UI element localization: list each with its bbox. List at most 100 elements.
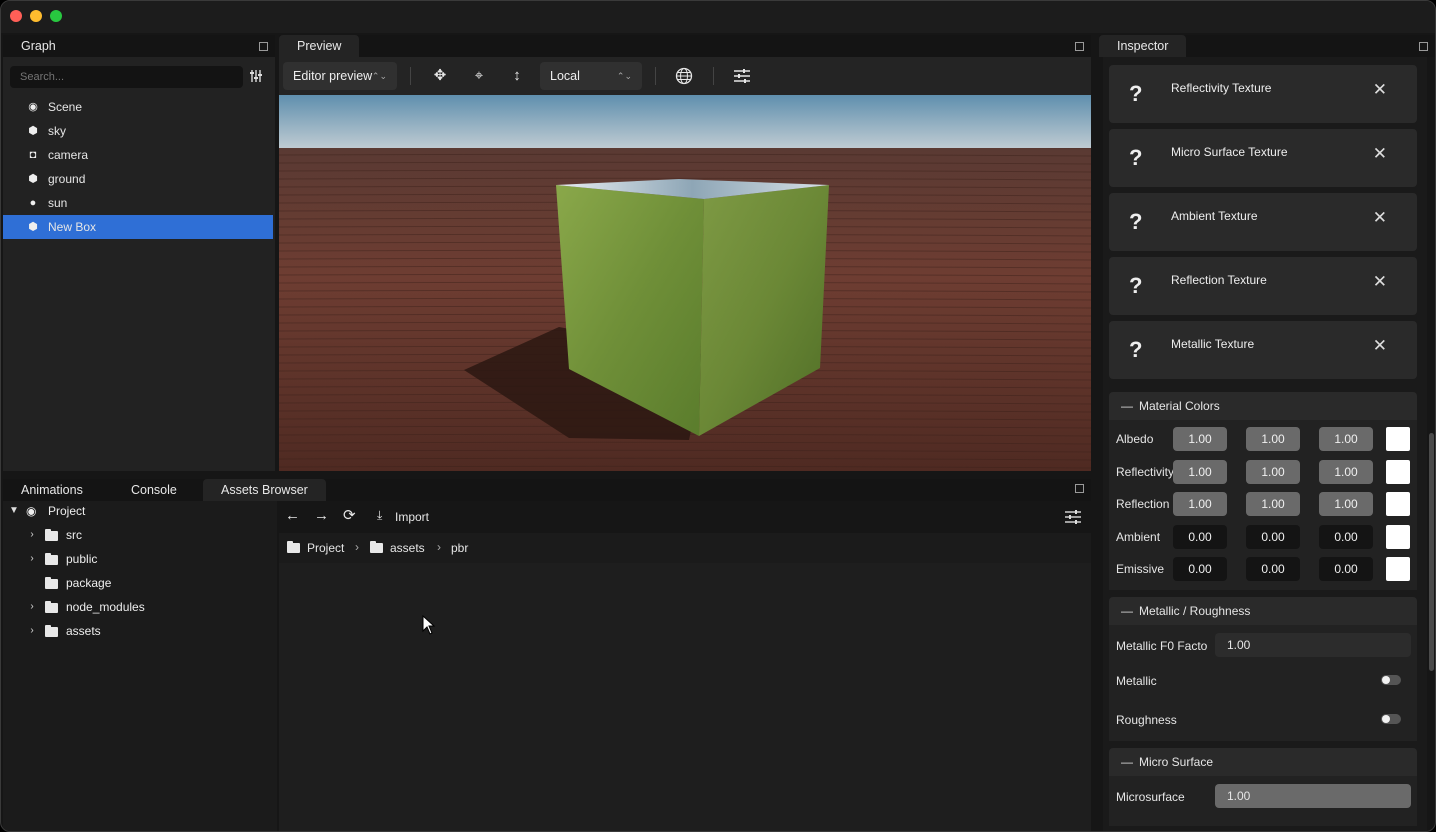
camera-select-value: Editor preview bbox=[293, 69, 373, 83]
missing-texture-icon: ? bbox=[1129, 81, 1143, 106]
micro-surface-header[interactable]: — Micro Surface bbox=[1109, 748, 1417, 776]
color-channel-input[interactable]: 1.00 bbox=[1246, 492, 1300, 516]
tree-item-src[interactable]: › src bbox=[3, 523, 277, 547]
graph-item-sky[interactable]: ⬢ sky bbox=[3, 119, 273, 143]
breadcrumb-current[interactable]: pbr bbox=[451, 541, 468, 555]
color-channel-input[interactable]: 1.00 bbox=[1173, 459, 1227, 484]
color-channel-input[interactable]: 0.00 bbox=[1319, 557, 1373, 581]
tree-item-project[interactable]: ▼ ◉ Project bbox=[3, 499, 277, 523]
texture-name: Reflectivity Texture bbox=[1171, 81, 1272, 95]
graph-item-label: camera bbox=[48, 148, 89, 162]
metallic-f0-input[interactable]: 1.00 bbox=[1215, 633, 1411, 657]
breadcrumb-label: assets bbox=[390, 541, 425, 555]
color-channel-input[interactable]: 1.00 bbox=[1319, 459, 1373, 484]
minimize-window-button[interactable] bbox=[30, 10, 42, 22]
graph-item-label: Scene bbox=[48, 100, 83, 114]
close-icon[interactable]: ✕ bbox=[1373, 336, 1387, 356]
graph-item-sun[interactable]: ● sun bbox=[3, 191, 273, 215]
globe-icon[interactable] bbox=[673, 65, 695, 87]
microsurface-slider[interactable]: 1.00 bbox=[1215, 784, 1411, 808]
assets-toolbar: ← → ⟳ ⤓ Import bbox=[279, 501, 1091, 533]
tree-item-label: src bbox=[66, 528, 82, 542]
metallic-roughness-header[interactable]: — Metallic / Roughness bbox=[1109, 597, 1417, 625]
texture-name: Metallic Texture bbox=[1171, 337, 1255, 351]
tree-item-label: assets bbox=[66, 624, 101, 638]
color-channel-input[interactable]: 0.00 bbox=[1246, 557, 1300, 581]
texture-slot[interactable]: ? Reflection Texture ✕ bbox=[1109, 257, 1417, 315]
maximize-window-button[interactable] bbox=[50, 10, 62, 22]
collapse-icon: — bbox=[1121, 399, 1133, 413]
tree-item-assets[interactable]: › assets bbox=[3, 619, 277, 643]
camera-select[interactable]: Editor preview ⌃⌄ bbox=[283, 62, 397, 90]
color-channel-input[interactable]: 0.00 bbox=[1173, 524, 1227, 549]
close-icon[interactable]: ✕ bbox=[1373, 272, 1387, 292]
toolbar-divider bbox=[655, 67, 656, 85]
close-icon[interactable]: ✕ bbox=[1373, 208, 1387, 228]
folder-icon bbox=[45, 625, 58, 637]
space-select[interactable]: Local ⌃⌄ bbox=[540, 62, 642, 90]
tab-preview[interactable]: Preview bbox=[279, 35, 360, 57]
refresh-icon[interactable]: ⟳ bbox=[343, 506, 356, 524]
settings-sliders-icon[interactable] bbox=[731, 65, 753, 87]
move-gizmo-icon[interactable]: ✥ bbox=[429, 65, 451, 87]
graph-item-ground[interactable]: ⬢ ground bbox=[3, 167, 273, 191]
color-swatch[interactable] bbox=[1386, 492, 1410, 516]
tree-item-node-modules[interactable]: › node_modules bbox=[3, 595, 277, 619]
material-colors-header[interactable]: — Material Colors bbox=[1109, 392, 1417, 420]
color-channel-input[interactable]: 0.00 bbox=[1319, 524, 1373, 549]
color-channel-input[interactable]: 0.00 bbox=[1246, 524, 1300, 549]
color-channel-input[interactable]: 1.00 bbox=[1246, 427, 1300, 451]
assets-browser: ← → ⟳ ⤓ Import Project › assets › pbr bbox=[279, 501, 1091, 831]
roughness-label: Roughness bbox=[1116, 713, 1177, 727]
color-channel-input[interactable]: 1.00 bbox=[1246, 459, 1300, 484]
back-arrow-icon[interactable]: ← bbox=[285, 507, 300, 524]
inspector-scrollbar[interactable] bbox=[1429, 433, 1434, 671]
filter-sliders-icon[interactable] bbox=[249, 69, 263, 83]
texture-slot[interactable]: ? Metallic Texture ✕ bbox=[1109, 321, 1417, 379]
tab-console[interactable]: Console bbox=[113, 479, 195, 501]
graph-search-input[interactable] bbox=[10, 66, 243, 88]
graph-item-camera[interactable]: ◘ camera bbox=[3, 143, 273, 167]
color-channel-input[interactable]: 1.00 bbox=[1173, 492, 1227, 516]
close-icon[interactable]: ✕ bbox=[1373, 80, 1387, 100]
close-window-button[interactable] bbox=[10, 10, 22, 22]
tree-item-package[interactable]: package bbox=[3, 571, 277, 595]
graph-item-scene[interactable]: ◉ Scene bbox=[3, 95, 273, 119]
color-swatch[interactable] bbox=[1386, 427, 1410, 451]
color-channel-input[interactable]: 1.00 bbox=[1173, 427, 1227, 451]
inspector-expand-icon[interactable] bbox=[1419, 42, 1428, 51]
camera-icon: ◘ bbox=[29, 149, 37, 161]
collapse-icon: — bbox=[1121, 604, 1133, 618]
tab-graph[interactable]: Graph bbox=[3, 35, 74, 57]
folder-icon bbox=[45, 577, 58, 589]
roughness-toggle[interactable] bbox=[1381, 714, 1401, 724]
color-channel-input[interactable]: 1.00 bbox=[1319, 427, 1373, 451]
texture-slot[interactable]: ? Ambient Texture ✕ bbox=[1109, 193, 1417, 251]
graph-item-new-box[interactable]: ⬢ New Box bbox=[3, 215, 273, 239]
graph-expand-icon[interactable] bbox=[259, 42, 268, 51]
color-swatch[interactable] bbox=[1386, 524, 1410, 549]
color-channel-input[interactable]: 0.00 bbox=[1173, 557, 1227, 581]
close-icon[interactable]: ✕ bbox=[1373, 144, 1387, 164]
forward-arrow-icon[interactable]: → bbox=[314, 507, 329, 524]
color-swatch[interactable] bbox=[1386, 557, 1410, 581]
rotate-gizmo-icon[interactable]: ⌖ bbox=[468, 65, 490, 87]
tab-assets-browser[interactable]: Assets Browser bbox=[203, 479, 326, 501]
graph-item-label: New Box bbox=[48, 220, 97, 234]
tree-item-label: Project bbox=[48, 504, 86, 518]
color-channel-input[interactable]: 1.00 bbox=[1319, 492, 1373, 516]
bottom-expand-icon[interactable] bbox=[1075, 484, 1084, 493]
color-swatch[interactable] bbox=[1386, 459, 1410, 484]
graph-panel: ◉ Scene ⬢ sky ◘ camera ⬢ ground ● sun ⬢ New Box bbox=[3, 57, 275, 471]
metallic-toggle[interactable] bbox=[1381, 675, 1401, 685]
scene-viewport[interactable] bbox=[279, 95, 1091, 471]
preview-expand-icon[interactable] bbox=[1075, 42, 1084, 51]
texture-slot[interactable]: ? Reflectivity Texture ✕ bbox=[1109, 65, 1417, 123]
scale-gizmo-icon[interactable]: ↕ bbox=[506, 65, 528, 87]
tree-item-public[interactable]: › public bbox=[3, 547, 277, 571]
view-options-icon[interactable] bbox=[1065, 510, 1081, 527]
tab-animations[interactable]: Animations bbox=[3, 479, 101, 501]
tab-inspector[interactable]: Inspector bbox=[1099, 35, 1187, 57]
texture-slot[interactable]: ? Micro Surface Texture ✕ bbox=[1109, 129, 1417, 187]
folder-icon bbox=[45, 529, 58, 541]
